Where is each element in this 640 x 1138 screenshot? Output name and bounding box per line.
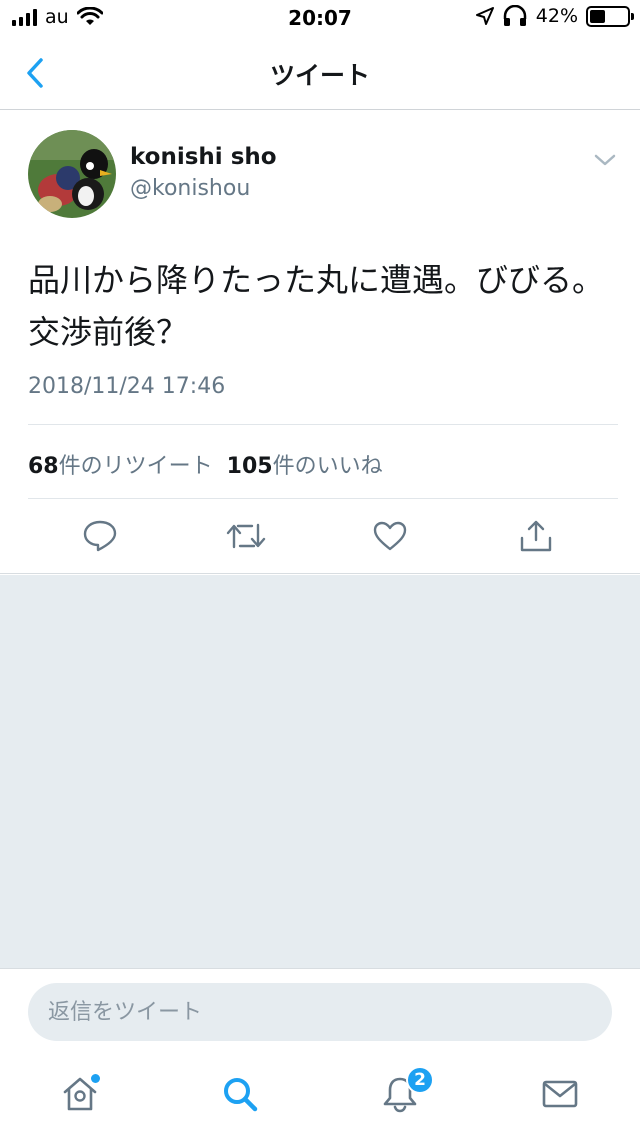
share-button[interactable]	[516, 516, 556, 556]
page-title: ツイート	[269, 61, 370, 90]
search-icon	[224, 1078, 258, 1112]
tab-notifications[interactable]: 2	[378, 1066, 434, 1116]
tweet-detail: konishi sho @konishou 品川から降りたった丸に遭遇。びびる。…	[0, 110, 640, 574]
status-right: 42%	[475, 5, 634, 27]
notifications-badge: 2	[406, 1066, 434, 1094]
share-icon	[520, 520, 552, 552]
battery-icon	[586, 5, 634, 27]
more-options-button[interactable]	[592, 150, 618, 170]
battery-percent: 42%	[535, 5, 578, 27]
status-bar: au 20:07 42%	[0, 0, 640, 36]
home-unread-dot	[91, 1074, 100, 1083]
like-stat[interactable]: 105件のいいね	[227, 448, 383, 480]
tweet-text: 品川から降りたった丸に遭遇。びびる。交渉前後？	[28, 261, 605, 351]
reply-bar	[0, 968, 640, 1048]
avatar-image	[28, 130, 116, 218]
divider	[28, 424, 618, 425]
chevron-down-icon	[594, 154, 616, 166]
avatar[interactable]	[28, 130, 116, 218]
tab-home[interactable]	[58, 1072, 102, 1116]
reply-button[interactable]	[80, 516, 120, 556]
like-icon	[373, 521, 407, 551]
empty-replies-area	[0, 575, 640, 968]
tweet-stats: 68件のリツイート 105件のいいね	[28, 448, 383, 480]
headphones-icon	[503, 5, 527, 26]
tab-search[interactable]	[218, 1072, 262, 1116]
battery-fill	[590, 9, 606, 23]
location-arrow-icon	[475, 7, 494, 25]
reply-icon	[83, 520, 117, 552]
reply-input[interactable]	[28, 983, 612, 1041]
like-count: 105	[226, 454, 273, 479]
like-button[interactable]	[370, 516, 410, 556]
author-handle[interactable]: @konishou	[130, 176, 250, 201]
like-stat-label: 件のいいね	[272, 454, 383, 479]
tweet-timestamp: 2018/11/24 17:46	[28, 374, 226, 399]
tab-bar: 2	[0, 1048, 640, 1138]
retweet-stat[interactable]: 68件のリツイート	[28, 448, 213, 480]
retweet-button[interactable]	[226, 516, 266, 556]
author-name[interactable]: konishi sho	[130, 144, 277, 170]
tab-messages[interactable]	[538, 1072, 582, 1116]
nav-bar: ツイート	[0, 36, 640, 110]
divider	[28, 498, 618, 499]
messages-icon	[542, 1080, 578, 1108]
retweet-count: 68	[28, 454, 59, 479]
tweet-actions	[0, 512, 640, 562]
retweet-icon	[226, 523, 266, 549]
retweet-stat-label: 件のリツイート	[58, 454, 213, 479]
